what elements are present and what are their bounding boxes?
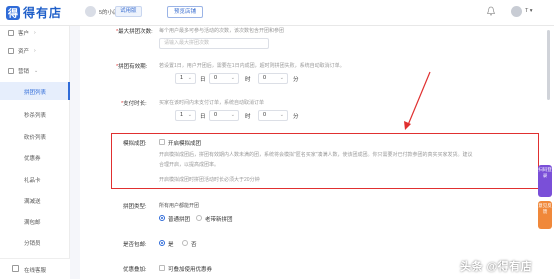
radio-normal-group[interactable] bbox=[159, 215, 165, 221]
sidebar-item-distributor[interactable]: 分销员 bbox=[0, 233, 70, 251]
pay-minute-select[interactable]: 0 ⌄ bbox=[258, 110, 288, 121]
highlight-box bbox=[111, 133, 539, 189]
sidebar-item-label: 秒杀列表 bbox=[24, 113, 47, 119]
coupon-stack-checkbox[interactable] bbox=[159, 265, 165, 271]
pay-day-select[interactable]: 1 ⌄ bbox=[175, 110, 196, 121]
sidebar-item-label: 满包邮 bbox=[24, 220, 41, 226]
marketing-icon bbox=[8, 68, 14, 74]
chevron-right-icon: › bbox=[34, 30, 36, 36]
max-join-input[interactable]: 请输入最大拼团次数 bbox=[159, 38, 269, 49]
sidebar: 客户 › 资产 › 营销 ⌄ 拼团列表 秒杀列表 砍价列表 优惠券 礼品卡 满减… bbox=[0, 26, 70, 279]
sidebar-item-label: 分销员 bbox=[24, 241, 41, 247]
sidebar-item-gift-card[interactable]: 礼品卡 bbox=[0, 170, 70, 188]
sidebar-item-bargain[interactable]: 砍价列表 bbox=[0, 127, 70, 145]
radio-old-new-group-label[interactable]: 老带新拼团 bbox=[205, 215, 233, 223]
chevron-down-icon: ⌄ bbox=[279, 75, 284, 81]
chevron-down-icon: ⌄ bbox=[230, 75, 235, 81]
validity-day-select[interactable]: 1 ⌄ bbox=[175, 73, 196, 84]
pay-minute-unit: 分 bbox=[293, 114, 299, 120]
support-icon bbox=[12, 265, 19, 272]
validity-label: *拼团有效期: bbox=[116, 64, 148, 70]
watermark: 头条 @得有店 bbox=[460, 261, 533, 273]
sidebar-item-free-shipping[interactable]: 满包邮 bbox=[0, 212, 70, 230]
pay-time-label: *支付时长: bbox=[121, 101, 147, 107]
max-join-hint: 每个用户最多可参与活动的次数，该次数包含开团和参团 bbox=[159, 28, 285, 34]
validity-hint: 若设置1日，用户开团后，需要在1日内成团，超时则拼团失败，系统自动取消订单。 bbox=[159, 63, 345, 69]
radio-normal-group-label[interactable]: 普通拼团 bbox=[168, 215, 190, 223]
customer-icon bbox=[8, 30, 14, 36]
sidebar-item-assets[interactable]: 资产 › bbox=[0, 44, 70, 58]
scrollbar[interactable] bbox=[547, 30, 550, 100]
feedback-button[interactable]: 意见反馈 bbox=[538, 201, 552, 229]
shop-avatar[interactable] bbox=[85, 6, 96, 17]
chevron-right-icon: › bbox=[34, 48, 36, 54]
brand-name: 得有店 bbox=[23, 6, 63, 20]
shipping-label: 是否包邮: bbox=[123, 242, 147, 248]
scan-login-button[interactable]: 扫码登录 bbox=[538, 165, 552, 197]
sidebar-item-marketing[interactable]: 营销 ⌄ bbox=[0, 64, 70, 78]
validity-day-unit: 日 bbox=[200, 77, 206, 83]
sidebar-item-group-buy-list[interactable]: 拼团列表 bbox=[0, 82, 70, 100]
radio-old-new-group[interactable] bbox=[196, 215, 202, 221]
pay-hour-unit: 时 bbox=[245, 114, 251, 120]
sidebar-item-label: 资产 bbox=[18, 49, 30, 55]
sidebar-item-customer[interactable]: 客户 › bbox=[0, 26, 70, 40]
sidebar-item-coupon[interactable]: 优惠券 bbox=[0, 148, 70, 166]
chevron-down-icon: ⌄ bbox=[230, 112, 235, 118]
support-label: 在线客服 bbox=[24, 268, 47, 274]
radio-shipping-no[interactable] bbox=[182, 240, 188, 246]
pay-time-hint: 买家在该时间内未支付订单，系统自动取消订单 bbox=[159, 100, 265, 106]
chevron-down-icon: ⌄ bbox=[279, 112, 284, 118]
sidebar-item-label: 拼团列表 bbox=[24, 90, 47, 96]
group-type-label: 拼团类型: bbox=[123, 204, 147, 210]
user-name: T bbox=[525, 8, 529, 14]
sidebar-item-discount[interactable]: 满减送 bbox=[0, 191, 70, 209]
radio-shipping-yes[interactable] bbox=[159, 240, 165, 246]
chevron-down-icon: ⌄ bbox=[187, 112, 192, 118]
chevron-down-icon: ⌄ bbox=[187, 75, 192, 81]
coupon-stack-label: 优惠叠加: bbox=[123, 267, 147, 273]
sidebar-item-flash-sale[interactable]: 秒杀列表 bbox=[0, 105, 70, 123]
validity-minute-unit: 分 bbox=[293, 77, 299, 83]
validity-hour-unit: 时 bbox=[245, 77, 251, 83]
pay-day-unit: 日 bbox=[200, 114, 206, 120]
radio-shipping-yes-label[interactable]: 是 bbox=[168, 240, 174, 248]
bell-icon[interactable] bbox=[486, 6, 496, 16]
sidebar-item-label: 优惠券 bbox=[24, 156, 41, 162]
sidebar-item-label: 砍价列表 bbox=[24, 135, 47, 141]
brand-logo[interactable]: 得 得有店 bbox=[6, 4, 62, 21]
sidebar-item-label: 营销 bbox=[18, 69, 30, 75]
validity-minute-select[interactable]: 0 ⌄ bbox=[258, 73, 288, 84]
user-avatar[interactable] bbox=[511, 6, 522, 17]
top-bar: 得 得有店 5的小店 试用版 预览店铺 T ▾ bbox=[0, 0, 554, 26]
chevron-down-icon: ⌄ bbox=[34, 68, 39, 74]
radio-shipping-no-label[interactable]: 否 bbox=[191, 240, 197, 248]
trial-badge: 试用版 bbox=[115, 6, 142, 17]
sidebar-item-label: 满减送 bbox=[24, 199, 41, 205]
group-type-hint: 所有用户都能开团 bbox=[159, 203, 200, 209]
store-logo-icon: 得 bbox=[6, 5, 20, 20]
sidebar-item-label: 客户 bbox=[18, 31, 30, 37]
coupon-stack-checkbox-label[interactable]: 可叠加使用优惠券 bbox=[168, 265, 212, 273]
validity-hour-select[interactable]: 0 ⌄ bbox=[209, 73, 239, 84]
max-join-label: *最大拼团次数: bbox=[116, 29, 153, 35]
pay-hour-select[interactable]: 0 ⌄ bbox=[209, 110, 239, 121]
sidebar-item-label: 礼品卡 bbox=[24, 178, 41, 184]
chevron-down-icon: ▾ bbox=[529, 8, 533, 14]
asset-icon bbox=[8, 48, 14, 54]
preview-store-button[interactable]: 预览店铺 bbox=[167, 6, 204, 18]
user-menu[interactable]: T ▾ bbox=[525, 8, 533, 14]
support-button[interactable]: 在线客服 bbox=[0, 258, 70, 279]
